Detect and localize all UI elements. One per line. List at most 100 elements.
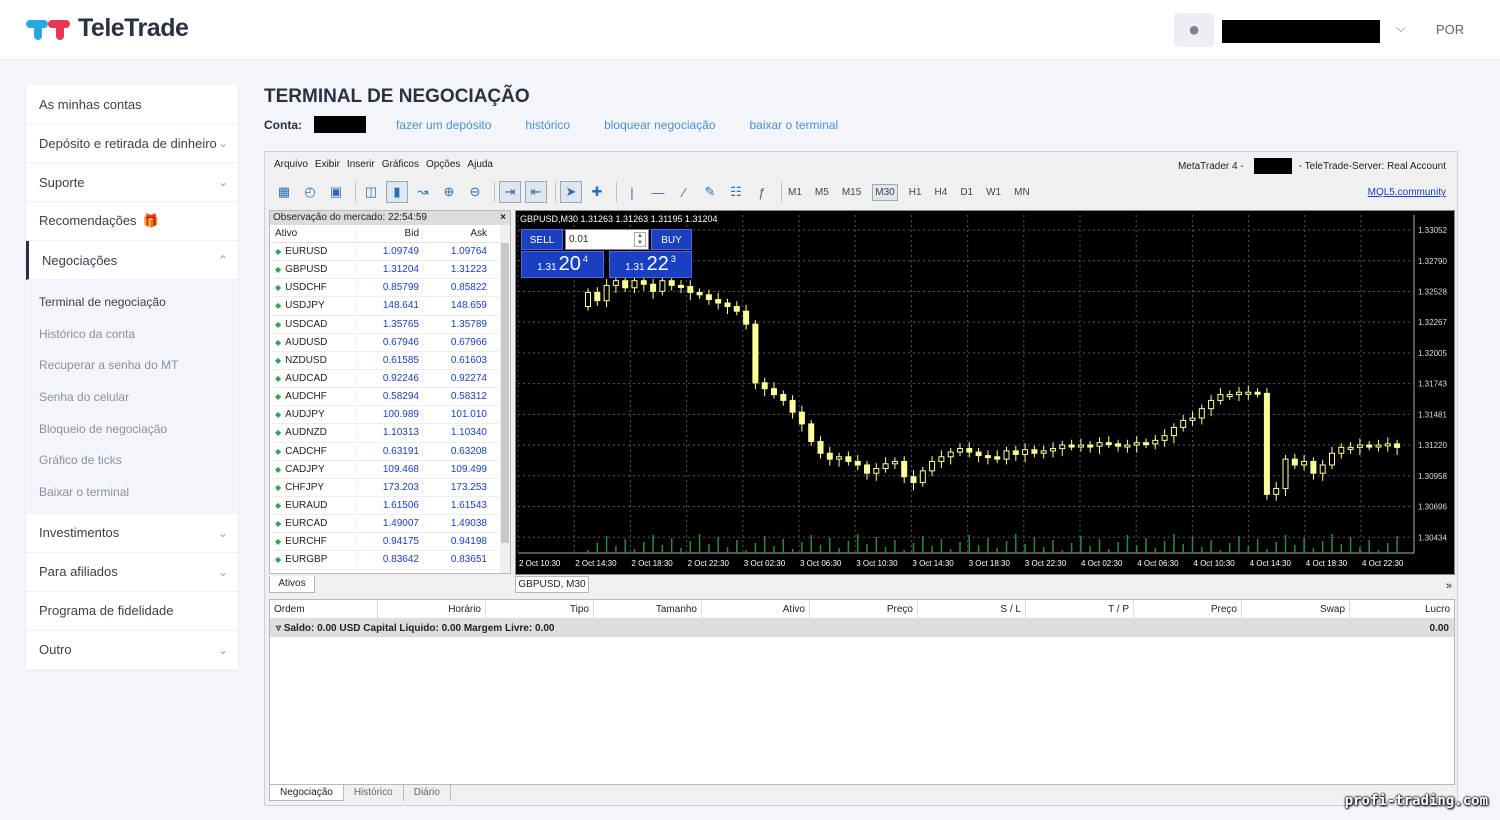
candle-body [1124, 444, 1131, 448]
timeframe-h1[interactable]: H1 [907, 185, 924, 200]
menu-view[interactable]: Exibir [315, 159, 340, 170]
timeframe-m15[interactable]: M15 [840, 185, 863, 200]
submenu-trading-lock[interactable]: Bloqueio de negociação [26, 413, 238, 445]
market-watch-row[interactable]: ◆ CADCHF 0.63191 0.63208 [270, 443, 510, 461]
timeframe-h4[interactable]: H4 [933, 185, 950, 200]
trendline-icon[interactable]: ∕ [673, 181, 695, 203]
sidebar-item-investments[interactable]: Investimentos ⌄ [26, 514, 238, 553]
user-name-redacted[interactable] [1222, 20, 1380, 43]
market-watch-row[interactable]: ◆ USDCAD 1.35765 1.35789 [270, 316, 510, 334]
market-watch-scrollbar[interactable] [500, 225, 510, 573]
menu-file[interactable]: Arquivo [274, 159, 308, 170]
text-label-icon[interactable]: ✎ [699, 181, 721, 203]
market-watch-row[interactable]: ◆ GBPUSD 1.31204 1.31223 [270, 261, 510, 280]
market-watch-row[interactable]: ◆ AUDCAD 0.92246 0.92274 [270, 370, 510, 389]
submenu-mobile-password[interactable]: Senha do celular [26, 381, 238, 413]
market-watch-row[interactable]: ◆ EURCHF 0.94175 0.94198 [270, 533, 510, 552]
candle-body [1096, 442, 1103, 447]
deposit-link[interactable]: fazer um depósito [396, 118, 491, 132]
sidebar-item-loyalty[interactable]: Programa de fidelidade [26, 592, 238, 631]
timeframe-d1[interactable]: D1 [958, 185, 975, 200]
timeframe-mn[interactable]: MN [1012, 185, 1032, 200]
bar-chart-icon[interactable]: ◫ [360, 181, 382, 203]
zoom-in-icon[interactable]: ⊕ [438, 181, 460, 203]
close-icon[interactable]: × [500, 211, 506, 225]
sidebar-item-affiliates[interactable]: Para afiliados ⌄ [26, 553, 238, 592]
sidebar-item-trading[interactable]: Negociações ⌃ [26, 241, 238, 280]
new-chart-icon[interactable]: ▦ [273, 181, 295, 203]
market-watch-row[interactable]: ◆ EURGBP 0.83642 0.83651 [270, 551, 510, 570]
market-watch-row[interactable]: ◆ EURCAD 1.49007 1.49038 [270, 515, 510, 534]
submenu-download-terminal[interactable]: Baixar o terminal [26, 476, 238, 508]
lot-size-input[interactable]: 0.01 ▲ ▼ [565, 229, 649, 250]
user-avatar-icon[interactable]: ● [1174, 13, 1214, 47]
crosshair-icon[interactable]: ✚ [586, 181, 608, 203]
timeframe-w1[interactable]: W1 [984, 185, 1003, 200]
new-order-icon[interactable]: ◴ [299, 181, 321, 203]
submenu-account-history[interactable]: Histórico da conta [26, 318, 238, 350]
download-terminal-link[interactable]: baixar o terminal [750, 118, 839, 132]
cursor-icon[interactable]: ➤ [560, 181, 582, 203]
horizontal-line-icon[interactable]: — [647, 181, 669, 203]
market-watch-row[interactable]: ◆ USDCHF 0.85799 0.85822 [270, 279, 510, 298]
line-chart-icon[interactable]: ↝ [412, 181, 434, 203]
user-menu-chevron-icon[interactable]: ⌵ [1396, 20, 1406, 36]
tab-trade[interactable]: Negociação [269, 785, 344, 801]
market-watch-row[interactable]: ◆ USDJPY 148.641 148.659 [270, 297, 510, 316]
menu-charts[interactable]: Gráficos [382, 159, 419, 170]
market-watch-row[interactable]: ◆ AUDNZD 1.10313 1.10340 [270, 424, 510, 443]
candle-body [1319, 464, 1326, 474]
price-chart[interactable]: 1.33052 1.32790 1.32528 1.32267 1.32005 1.317… [515, 210, 1455, 575]
language-selector[interactable]: POR [1436, 22, 1464, 37]
timeframe-m5[interactable]: M5 [813, 185, 831, 200]
time-label: 4 Oct 10:30 [1193, 559, 1235, 568]
collapse-icon[interactable]: ▿ [276, 623, 284, 634]
lot-spinner-icon[interactable]: ▲ ▼ [634, 232, 646, 247]
indicators-icon[interactable]: ƒ [751, 181, 773, 203]
vertical-line-icon[interactable]: | [621, 181, 643, 203]
buy-button[interactable]: BUY [651, 229, 692, 250]
history-link[interactable]: histórico [525, 118, 570, 132]
fibonacci-icon[interactable]: ☷ [725, 181, 747, 203]
tab-symbols[interactable]: Ativos [269, 576, 315, 593]
market-watch-row[interactable]: ◆ AUDCHF 0.58294 0.58312 [270, 388, 510, 407]
timeframe-m1[interactable]: M1 [786, 185, 804, 200]
auto-scroll-icon[interactable]: ⇥ [499, 181, 521, 203]
sell-price[interactable]: 1.31 20 4 [521, 251, 604, 278]
sell-button[interactable]: SELL [521, 229, 563, 250]
market-watch-row[interactable]: ◆ EURUSD 1.09749 1.09764 [270, 243, 510, 262]
market-watch-row[interactable]: ◆ CHFJPY 173.203 173.253 [270, 479, 510, 497]
buy-price[interactable]: 1.31 22 3 [609, 251, 692, 278]
block-trading-link[interactable]: bloquear negociação [604, 118, 715, 132]
market-watch-row[interactable]: ◆ NZDUSD 0.61585 0.61603 [270, 352, 510, 370]
market-watch-row[interactable]: ◆ AUDJPY 100.989 101.010 [270, 406, 510, 425]
menu-help[interactable]: Ajuda [467, 159, 493, 170]
more-tabs-icon[interactable]: » [1446, 580, 1452, 592]
zoom-out-icon[interactable]: ⊖ [464, 181, 486, 203]
submenu-trading-terminal[interactable]: Terminal de negociação [26, 286, 238, 318]
sidebar-item-deposit[interactable]: Depósito e retirada de dinheiro ⌄ [26, 124, 238, 163]
timeframe-m30[interactable]: M30 [872, 183, 898, 201]
tab-journal[interactable]: Diário [404, 785, 451, 801]
chart-shift-icon[interactable]: ⇤ [525, 181, 547, 203]
submenu-recover-password[interactable]: Recuperar a senha do MT [26, 349, 238, 381]
candle-body [957, 448, 963, 453]
tab-chart-gbpusd[interactable]: GBPUSD, M30 [515, 576, 589, 593]
mql5-community-link[interactable]: MQL5.community [1368, 187, 1446, 198]
sidebar-item-support[interactable]: Suporte ⌄ [26, 163, 238, 202]
sidebar-item-recommendations[interactable]: Recomendações 🎁 [26, 202, 238, 241]
brand-logo[interactable]: TeleTrade [26, 14, 189, 43]
menu-insert[interactable]: Inserir [347, 159, 375, 170]
ask-price: 0.85822 [422, 282, 490, 294]
sidebar-item-other[interactable]: Outro ⌄ [26, 631, 238, 670]
market-watch-row[interactable]: ◆ CADJPY 109.468 109.499 [270, 461, 510, 479]
submenu-tick-chart[interactable]: Gráfico de ticks [26, 444, 238, 476]
market-watch-row[interactable]: ◆ AUDUSD 0.67946 0.67966 [270, 334, 510, 352]
menu-options[interactable]: Opções [426, 159, 460, 170]
tab-history[interactable]: Histórico [344, 785, 404, 801]
candlestick-icon[interactable]: ▮ [386, 181, 408, 203]
candle-body [1087, 444, 1094, 448]
history-center-icon[interactable]: ▣ [325, 181, 347, 203]
market-watch-row[interactable]: ◆ EURAUD 1.61506 1.61543 [270, 497, 510, 516]
sidebar-item-my-accounts[interactable]: As minhas contas [26, 85, 238, 124]
